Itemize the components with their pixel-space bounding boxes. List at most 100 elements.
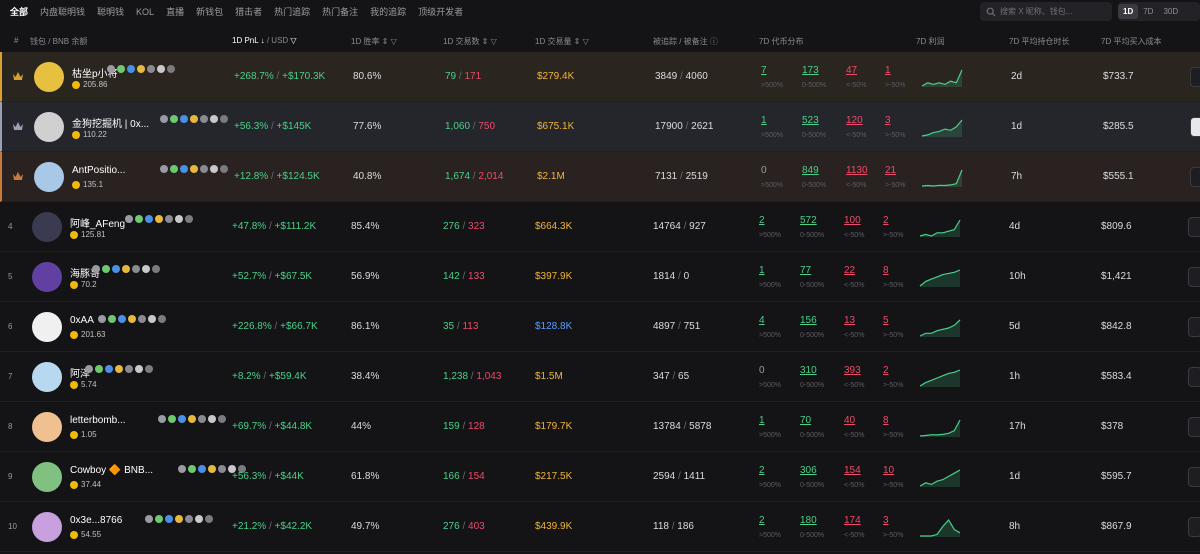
table-row[interactable]: 7 阿泽 5.74 +8.2% / +$59.4K 38.4% 1,238 / 1,043… — [0, 352, 1200, 402]
dist-d3[interactable]: 120 — [846, 115, 863, 126]
table-row[interactable]: 6 0xAA 201.63 +226.8% / +$66.7K 86.1% 35 / 11… — [0, 302, 1200, 352]
table-row[interactable]: 8 letterbomb... 1.05 +69.7% / +$44.8K 44% 159… — [0, 402, 1200, 452]
copy-icon[interactable] — [199, 115, 208, 123]
heart-icon[interactable] — [217, 415, 226, 423]
tab-1[interactable]: 内盘聪明钱 — [34, 3, 91, 21]
dist-d4[interactable]: 10 — [883, 465, 894, 476]
heart-icon[interactable] — [219, 165, 228, 173]
table-row[interactable]: 4 阿峰_AFeng 125.81 +47.8% / +$111.2K 85.4% 276… — [0, 202, 1200, 252]
tab-10[interactable]: 顶级开发者 — [412, 3, 469, 21]
col-hold[interactable]: 7D 平均持仓时长 — [1009, 36, 1069, 47]
dist-d4[interactable]: 1 — [885, 65, 891, 76]
heart-icon[interactable] — [204, 515, 213, 523]
tab-5[interactable]: 新钱包 — [190, 3, 229, 21]
dist-d1[interactable]: 2 — [759, 465, 765, 476]
dist-d4[interactable]: 5 — [883, 315, 889, 326]
heart-icon[interactable] — [145, 365, 154, 373]
period-1d[interactable]: 1D — [1118, 4, 1139, 19]
dist-d2[interactable]: 180 — [800, 515, 817, 526]
follow-button[interactable] — [1188, 317, 1200, 337]
copy-icon[interactable] — [184, 515, 193, 523]
search-box[interactable] — [980, 2, 1112, 21]
dist-d3[interactable]: 174 — [844, 515, 861, 526]
avatar[interactable] — [32, 262, 62, 292]
avatar[interactable] — [32, 462, 62, 492]
dist-d4[interactable]: 8 — [883, 415, 889, 426]
dist-d4[interactable]: 21 — [885, 165, 896, 176]
dist-d3[interactable]: 13 — [844, 315, 855, 326]
dist-d1[interactable]: 2 — [759, 215, 765, 226]
copy-icon[interactable] — [199, 165, 208, 173]
dist-d4[interactable]: 8 — [883, 265, 889, 276]
heart-icon[interactable] — [184, 215, 193, 223]
wallet-name[interactable]: 金狗挖掘机 | 0x... — [72, 115, 149, 130]
tab-8[interactable]: 热门备注 — [316, 3, 364, 21]
wallet-name[interactable]: 阿峰_AFeng — [70, 215, 125, 230]
dist-d2[interactable]: 173 — [802, 65, 819, 76]
dist-d2[interactable]: 523 — [802, 115, 819, 126]
dist-d2[interactable]: 156 — [800, 315, 817, 326]
follow-button[interactable] — [1188, 467, 1200, 487]
tab-7[interactable]: 热门追踪 — [268, 3, 316, 21]
copy-icon[interactable] — [147, 65, 155, 73]
dist-d3[interactable]: 1130 — [846, 165, 868, 176]
tab-9[interactable]: 我的追踪 — [364, 3, 412, 21]
dist-d3[interactable]: 40 — [844, 415, 855, 426]
wallet-name[interactable]: 0xAA — [70, 315, 94, 326]
col-volume[interactable]: 1D 交易量 ⇕ ▽ — [535, 36, 589, 47]
dist-d2[interactable]: 849 — [802, 165, 819, 176]
dist-d2[interactable]: 306 — [800, 465, 817, 476]
dist-d3[interactable]: 47 — [846, 65, 857, 76]
table-row[interactable]: 金狗挖掘机 | 0x... 110.22 +56.3% / +$145K 77.6% 1… — [0, 102, 1200, 152]
dist-d4[interactable]: 2 — [883, 215, 889, 226]
dist-d1[interactable]: 1 — [759, 265, 765, 276]
period-7d[interactable]: 7D — [1138, 4, 1158, 19]
search-input[interactable] — [1000, 7, 1100, 16]
follow-button[interactable] — [1188, 517, 1200, 537]
copy-icon[interactable] — [164, 215, 173, 223]
dist-d1[interactable]: 1 — [761, 115, 767, 126]
dist-d2[interactable]: 70 — [800, 415, 811, 426]
col-follow[interactable]: 被追踪 / 被备注 ⓘ — [653, 36, 718, 47]
col-cost[interactable]: 7D 平均买入成本 — [1101, 36, 1161, 47]
period-30d[interactable]: 30D — [1158, 4, 1183, 19]
wallet-name[interactable]: letterbomb... — [70, 415, 126, 426]
tab-0[interactable]: 全部 — [4, 3, 34, 21]
table-row[interactable]: 10 0x3e...8766 54.55 +21.2% / +$42.2K 49.7% 2… — [0, 502, 1200, 552]
col-tx[interactable]: 1D 交易数 ⇕ ▽ — [443, 36, 497, 47]
tab-4[interactable]: 直播 — [160, 3, 190, 21]
avatar[interactable] — [32, 362, 62, 392]
follow-button[interactable] — [1188, 217, 1200, 237]
table-row[interactable]: AntPositio... 135.1 +12.8% / +$124.5K 40.8%… — [0, 152, 1200, 202]
dist-d1[interactable]: 7 — [761, 65, 767, 76]
follow-button[interactable] — [1190, 167, 1200, 187]
wallet-name[interactable]: AntPositio... — [72, 165, 125, 176]
tab-3[interactable]: KOL — [130, 3, 160, 21]
avatar[interactable] — [34, 62, 64, 92]
table-row[interactable]: 5 海豚哥 70.2 +52.7% / +$67.5K 56.9% 142 / 133 $3… — [0, 252, 1200, 302]
tab-6[interactable]: 猎击者 — [229, 3, 268, 21]
avatar[interactable] — [32, 512, 62, 542]
copy-icon[interactable] — [197, 415, 206, 423]
heart-icon[interactable] — [167, 65, 175, 73]
dist-d2[interactable]: 310 — [800, 365, 817, 376]
wallet-name[interactable]: Cowboy 🔶 BNB... — [70, 465, 153, 476]
copy-icon[interactable] — [138, 315, 147, 323]
col-pnl[interactable]: 1D PnL ↓ / USD ▽ — [232, 36, 297, 45]
dist-d3[interactable]: 393 — [844, 365, 861, 376]
wallet-name[interactable]: 0x3e...8766 — [70, 515, 122, 526]
follow-button[interactable] — [1188, 267, 1200, 287]
dist-d2[interactable]: 77 — [800, 265, 811, 276]
dist-d3[interactable]: 154 — [844, 465, 861, 476]
table-row[interactable]: 枯坐p小将 205.86 +268.7% / +$170.3K 80.6% 79 / 1… — [0, 52, 1200, 102]
dist-d1[interactable]: 0 — [759, 365, 765, 376]
dist-d4[interactable]: 3 — [883, 515, 889, 526]
follow-button[interactable] — [1188, 417, 1200, 437]
heart-icon[interactable] — [151, 265, 160, 273]
copy-icon[interactable] — [131, 265, 140, 273]
heart-icon[interactable] — [158, 315, 167, 323]
dist-d1[interactable]: 2 — [759, 515, 765, 526]
avatar[interactable] — [32, 412, 62, 442]
dist-d3[interactable]: 100 — [844, 215, 861, 226]
follow-button[interactable] — [1188, 367, 1200, 387]
